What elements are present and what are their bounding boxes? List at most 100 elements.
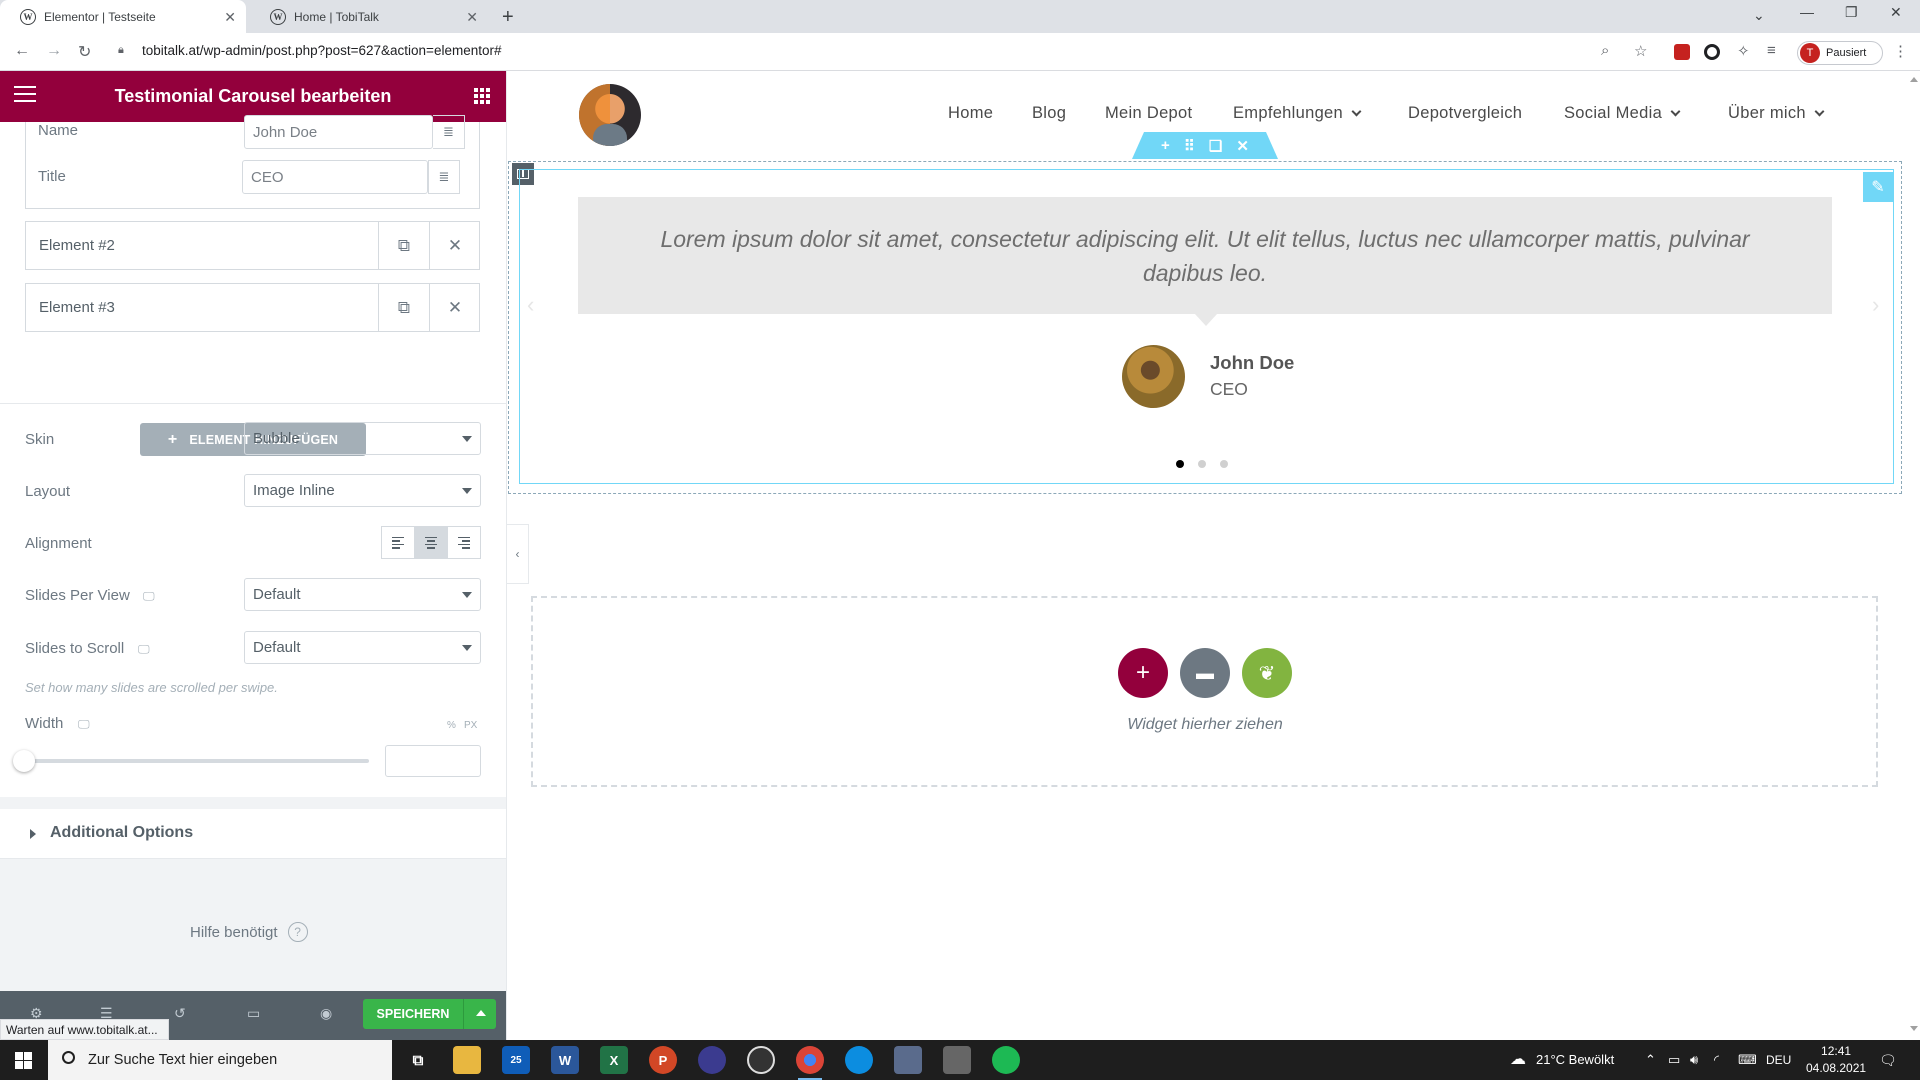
history-icon[interactable]: ↺	[174, 1005, 186, 1022]
remove-icon[interactable]: ✕	[429, 222, 480, 269]
obs-icon[interactable]	[747, 1046, 775, 1074]
width-input[interactable]	[385, 745, 481, 777]
slides-per-view-select[interactable]: Default	[244, 578, 481, 611]
task-view-icon[interactable]: ⧉	[404, 1046, 432, 1074]
desktop-icon[interactable]: 🖵︎	[138, 642, 150, 657]
carousel-dot[interactable]	[1220, 460, 1228, 468]
tab-elementor[interactable]: W Elementor | Testseite ✕	[0, 0, 246, 33]
repeater-item[interactable]: Element #2 ⧉ ✕	[25, 221, 480, 270]
mail-icon[interactable]: 25	[502, 1046, 530, 1074]
nav-item-empfehlungen[interactable]: Empfehlungen	[1233, 104, 1362, 123]
close-tab-icon[interactable]: ✕	[224, 9, 236, 26]
carousel-next-icon[interactable]: ›	[1872, 292, 1879, 318]
add-section-button[interactable]: +	[1118, 648, 1168, 698]
language-indicator[interactable]: DEU	[1766, 1053, 1791, 1067]
slides-to-scroll-select[interactable]: Default	[244, 631, 481, 664]
carousel-prev-icon[interactable]: ‹	[527, 292, 534, 318]
skin-select[interactable]: Bubble	[244, 422, 481, 455]
profile-button[interactable]: T Pausiert	[1797, 41, 1883, 65]
scroll-down-icon[interactable]	[1910, 1026, 1918, 1031]
site-logo[interactable]	[579, 84, 641, 146]
zoom-icon[interactable]: ⌕	[1601, 42, 1609, 59]
bookmark-star-icon[interactable]: ☆	[1634, 42, 1647, 60]
align-center-button[interactable]	[415, 527, 448, 558]
width-slider-track[interactable]	[25, 759, 369, 763]
desktop-icon[interactable]: 🖵︎	[143, 589, 155, 604]
windows-start-icon[interactable]	[15, 1052, 32, 1069]
back-icon[interactable]: ←	[14, 42, 30, 60]
unit-px[interactable]: PX	[464, 720, 477, 731]
restore-icon[interactable]: ❐	[1845, 4, 1858, 21]
app-icon[interactable]	[698, 1046, 726, 1074]
chrome-menu-icon[interactable]: ⋮	[1893, 42, 1908, 60]
preview-scrollbar[interactable]	[1907, 71, 1920, 1037]
width-slider-handle[interactable]	[13, 750, 35, 772]
remove-icon[interactable]: ✕	[429, 284, 480, 331]
save-button[interactable]: SPEICHERN	[363, 999, 463, 1029]
extensions-puzzle-icon[interactable]: ✧	[1737, 42, 1750, 60]
align-right-button[interactable]	[448, 527, 480, 558]
desktop-icon[interactable]: 🖵︎	[78, 717, 90, 732]
duplicate-icon[interactable]: ⧉	[378, 284, 429, 331]
grammarly-extension-icon[interactable]	[1704, 44, 1720, 60]
notifications-icon[interactable]: 🗨︎	[1879, 1052, 1897, 1069]
nav-item-blog[interactable]: Blog	[1032, 104, 1066, 123]
name-input[interactable]: John Doe	[244, 115, 433, 149]
align-left-button[interactable]	[382, 527, 415, 558]
weather-cloud-icon[interactable]: ☁	[1510, 1049, 1526, 1069]
notepad-icon[interactable]	[943, 1046, 971, 1074]
edit-widget-pencil-icon[interactable]: ✎	[1863, 172, 1893, 202]
nav-item-mein-depot[interactable]: Mein Depot	[1105, 104, 1192, 123]
add-section-icon[interactable]: +	[1161, 137, 1170, 154]
powerpoint-icon[interactable]: P	[649, 1046, 677, 1074]
chrome-icon[interactable]	[796, 1046, 824, 1080]
close-tab-icon[interactable]: ✕	[466, 9, 478, 26]
forward-icon[interactable]: →	[46, 42, 62, 60]
repeater-item[interactable]: Element #3 ⧉ ✕	[25, 283, 480, 332]
widgets-grid-icon[interactable]	[474, 88, 490, 104]
lock-icon[interactable]: 🔒︎	[118, 44, 124, 57]
unit-percent[interactable]: %	[447, 720, 456, 731]
nav-item-social-media[interactable]: Social Media	[1564, 104, 1681, 123]
volume-icon[interactable]: 🔊︎	[1690, 1052, 1698, 1068]
weather-text[interactable]: 21°C Bewölkt	[1536, 1052, 1614, 1067]
media-control-icon[interactable]: ≡	[1767, 42, 1776, 59]
edge-icon[interactable]	[845, 1046, 873, 1074]
tab-search-icon[interactable]: ⌄	[1753, 7, 1765, 24]
carousel-dot[interactable]	[1176, 460, 1184, 468]
layout-select[interactable]: Image Inline	[244, 474, 481, 507]
tray-overflow-icon[interactable]: ⌃	[1645, 1052, 1656, 1068]
help-link[interactable]: Hilfe benötigt ?	[190, 922, 308, 942]
dynamic-tags-icon[interactable]: ≣	[433, 115, 465, 149]
responsive-mode-icon[interactable]: ▭	[247, 1005, 260, 1022]
keyboard-icon[interactable]: ⌨	[1738, 1052, 1757, 1068]
url-field[interactable]: tobitalk.at/wp-admin/post.php?post=627&a…	[142, 43, 501, 58]
reload-icon[interactable]: ↻	[78, 42, 91, 62]
file-explorer-icon[interactable]	[453, 1046, 481, 1074]
duplicate-icon[interactable]: ❏	[1209, 137, 1222, 155]
excel-icon[interactable]: X	[600, 1046, 628, 1074]
tab-tobitalk[interactable]: W Home | TobiTalk ✕	[250, 0, 488, 33]
spotify-icon[interactable]	[992, 1046, 1020, 1074]
wifi-icon[interactable]: ◜	[1714, 1052, 1719, 1068]
additional-options-section[interactable]: Additional Options	[0, 809, 506, 859]
scroll-up-icon[interactable]	[1910, 77, 1918, 82]
minimize-icon[interactable]: —	[1800, 4, 1814, 20]
duplicate-icon[interactable]: ⧉	[378, 222, 429, 269]
add-template-folder-icon[interactable]: ▬	[1180, 648, 1230, 698]
taskbar-search[interactable]: Zur Suche Text hier eingeben	[48, 1040, 392, 1080]
clock[interactable]: 12:41 04.08.2021	[1806, 1043, 1866, 1077]
nav-item-ueber-mich[interactable]: Über mich	[1728, 104, 1825, 123]
word-icon[interactable]: W	[551, 1046, 579, 1074]
battery-icon[interactable]: ▭	[1668, 1052, 1680, 1068]
adblock-extension-icon[interactable]	[1674, 44, 1690, 60]
save-options-button[interactable]	[463, 999, 496, 1029]
nav-item-depotvergleich[interactable]: Depotvergleich	[1408, 104, 1522, 123]
nav-item-home[interactable]: Home	[948, 104, 993, 123]
close-window-icon[interactable]: ✕	[1890, 4, 1902, 21]
drag-handle-icon[interactable]: ⠿	[1184, 137, 1195, 155]
carousel-dot[interactable]	[1198, 460, 1206, 468]
preview-eye-icon[interactable]: ◉	[320, 1005, 332, 1022]
title-input[interactable]: CEO	[242, 160, 428, 194]
envato-leaf-icon[interactable]: ❦	[1242, 648, 1292, 698]
